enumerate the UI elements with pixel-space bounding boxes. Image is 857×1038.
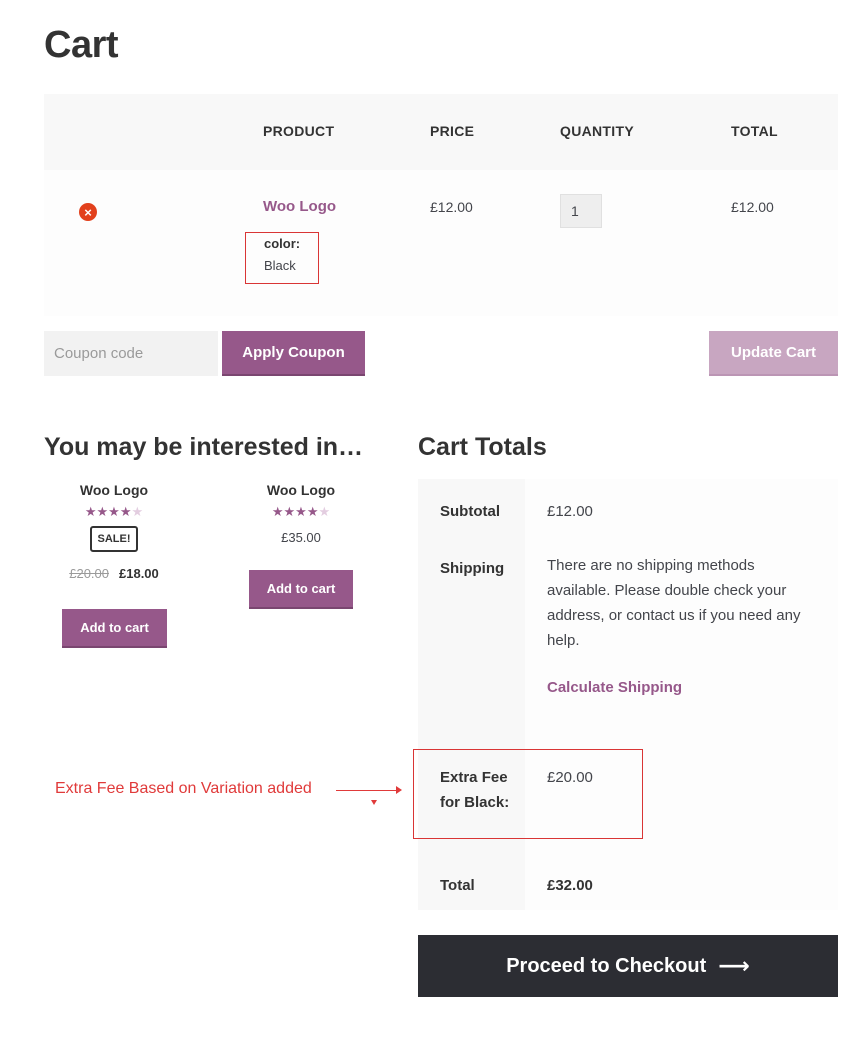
- variation-highlight-box: [245, 232, 319, 284]
- remove-item-icon[interactable]: ×: [79, 203, 97, 221]
- cross-sells-heading: You may be interested in…: [44, 433, 364, 461]
- coupon-code-input[interactable]: [44, 331, 218, 376]
- apply-coupon-button[interactable]: Apply Coupon: [222, 331, 365, 376]
- product-link[interactable]: Woo Logo: [263, 198, 336, 215]
- arrow-down-icon: [371, 800, 377, 805]
- shipping-message: There are no shipping methods available.…: [547, 557, 801, 649]
- page-title: Cart: [44, 24, 119, 66]
- calculate-shipping-link[interactable]: Calculate Shipping: [547, 679, 682, 696]
- cart-table: PRODUCT PRICE QUANTITY TOTAL × Woo Logo …: [44, 94, 838, 316]
- cross-sell-price: £35.00: [281, 530, 321, 545]
- item-price: £12.00: [430, 199, 473, 215]
- subtotal-row: Subtotal £12.00: [418, 479, 838, 536]
- proceed-to-checkout-button[interactable]: Proceed to Checkout ⟶: [418, 935, 838, 997]
- arrow-right-icon: ⟶: [718, 953, 750, 978]
- star-rating: ★★★★★: [54, 504, 174, 520]
- add-to-cart-button[interactable]: Add to cart: [62, 609, 167, 648]
- cross-sell-product: Woo Logo ★★★★★ £35.00: [241, 482, 361, 545]
- sale-badge: SALE!: [90, 526, 138, 552]
- header-quantity: QUANTITY: [560, 123, 634, 139]
- header-total: TOTAL: [731, 123, 778, 139]
- total-label: Total: [440, 877, 475, 894]
- header-product: PRODUCT: [263, 123, 335, 139]
- cart-totals-heading: Cart Totals: [418, 433, 547, 461]
- shipping-row: Shipping There are no shipping methods a…: [418, 536, 838, 745]
- quantity-input[interactable]: [560, 194, 602, 228]
- checkout-label: Proceed to Checkout: [506, 954, 707, 977]
- fee-highlight-box: [413, 749, 643, 839]
- shipping-label: Shipping: [440, 560, 505, 577]
- order-total-row: Total £32.00: [418, 853, 838, 910]
- cart-table-header: PRODUCT PRICE QUANTITY TOTAL: [44, 94, 838, 170]
- header-price: PRICE: [430, 123, 475, 139]
- old-price: £20.00: [69, 566, 109, 581]
- star-empty-icon: ★: [131, 504, 144, 519]
- star-filled-icon: ★★★★: [84, 504, 132, 519]
- cross-sell-product: Woo Logo ★★★★★ SALE! £20.00 £18.00: [54, 482, 174, 581]
- star-empty-icon: ★: [318, 504, 331, 519]
- annotation-arrow-line: [336, 790, 398, 791]
- star-filled-icon: ★★★★: [271, 504, 319, 519]
- subtotal-label: Subtotal: [440, 503, 500, 520]
- product-name-cell: Woo Logo color: Black: [263, 198, 336, 273]
- cross-sell-price: £20.00 £18.00: [54, 566, 174, 581]
- cross-sell-title[interactable]: Woo Logo: [54, 482, 174, 498]
- sale-price: £18.00: [119, 566, 159, 581]
- subtotal-value: £12.00: [547, 503, 593, 520]
- annotation-text: Extra Fee Based on Variation added: [55, 780, 312, 797]
- cart-item-row: × Woo Logo color: Black £12.00 £12.00: [44, 170, 838, 316]
- arrow-right-icon: [396, 786, 402, 794]
- add-to-cart-button[interactable]: Add to cart: [249, 570, 353, 609]
- update-cart-button[interactable]: Update Cart: [709, 331, 838, 376]
- star-rating: ★★★★★: [241, 504, 361, 520]
- item-total: £12.00: [731, 199, 774, 215]
- cross-sell-title[interactable]: Woo Logo: [241, 482, 361, 498]
- total-value: £32.00: [547, 877, 593, 894]
